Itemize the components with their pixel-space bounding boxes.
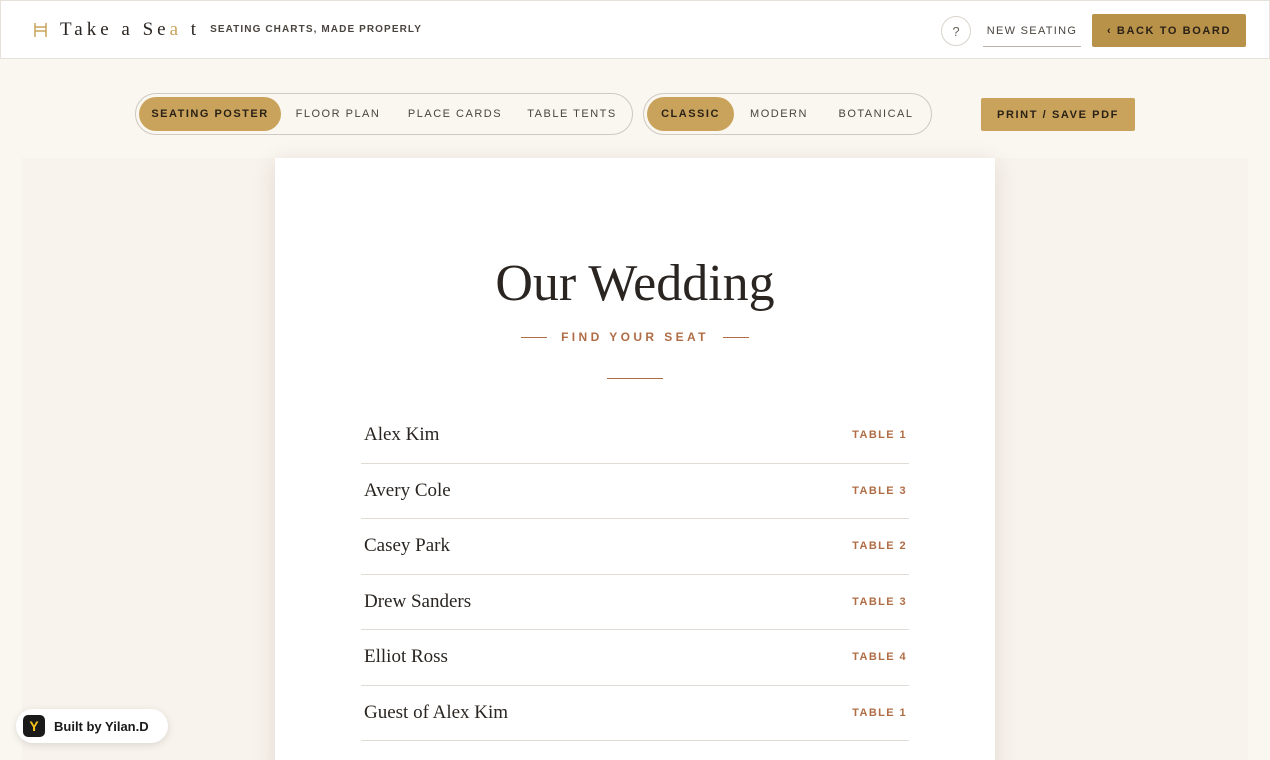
guest-row: Guest of Alex Kim TABLE 1 <box>361 686 909 741</box>
guest-row: Drew Sanders TABLE 3 <box>361 575 909 630</box>
guest-name: Elliot Ross <box>364 646 448 668</box>
guest-table: TABLE 1 <box>852 706 907 719</box>
poster-subtitle: FIND YOUR SEAT <box>275 330 995 344</box>
help-button[interactable]: ? <box>941 16 971 46</box>
tagline: SEATING CHARTS, MADE PROPERLY <box>210 24 422 35</box>
yilan-logo-icon: Y <box>23 715 45 737</box>
subtitle-text: FIND YOUR SEAT <box>561 330 709 344</box>
output-type-tabs: SEATING POSTER FLOOR PLAN PLACE CARDS TA… <box>135 93 633 135</box>
chair-icon <box>32 21 50 39</box>
guest-name: Drew Sanders <box>364 590 472 612</box>
badge-text: Built by Yilan.D <box>54 718 149 734</box>
poster-divider <box>607 378 663 379</box>
tab-place-cards[interactable]: PLACE CARDS <box>395 97 515 131</box>
guest-name: Guest of Alex Kim <box>364 701 509 723</box>
seating-poster: Our Wedding FIND YOUR SEAT Alex Kim TABL… <box>275 158 995 760</box>
guest-name: Avery Cole <box>364 479 451 501</box>
guest-name: Alex Kim <box>364 424 440 446</box>
print-save-pdf-button[interactable]: PRINT / SAVE PDF <box>981 98 1135 131</box>
built-by-badge[interactable]: Y Built by Yilan.D <box>16 709 168 743</box>
guest-table: TABLE 3 <box>852 484 907 497</box>
top-bar: Take a Sea t SEATING CHARTS, MADE PROPER… <box>0 0 1270 59</box>
guest-row: Casey Park TABLE 2 <box>361 519 909 575</box>
guest-name: Casey Park <box>364 535 451 557</box>
guest-table: TABLE 3 <box>852 595 907 608</box>
new-seating-button[interactable]: NEW SEATING <box>983 15 1081 47</box>
tab-seating-poster[interactable]: SEATING POSTER <box>139 97 281 131</box>
guest-row: Alex Kim TABLE 1 <box>361 408 909 464</box>
guest-list: Alex Kim TABLE 1 Avery Cole TABLE 3 Case… <box>361 408 909 741</box>
tab-table-tents[interactable]: TABLE TENTS <box>515 97 629 131</box>
guest-row: Avery Cole TABLE 3 <box>361 464 909 519</box>
tab-floor-plan[interactable]: FLOOR PLAN <box>281 97 395 131</box>
tab-classic[interactable]: CLASSIC <box>647 97 734 131</box>
brand-name: Take a Sea t <box>60 18 201 40</box>
guest-table: TABLE 1 <box>852 429 907 442</box>
tab-modern[interactable]: MODERN <box>734 97 824 131</box>
guest-table: TABLE 4 <box>852 651 907 664</box>
subtitle-rule-left <box>521 336 548 338</box>
style-tabs: CLASSIC MODERN BOTANICAL <box>643 93 932 135</box>
guest-row: Elliot Ross TABLE 4 <box>361 630 909 686</box>
back-to-board-button[interactable]: ‹ BACK TO BOARD <box>1092 14 1246 47</box>
brand[interactable]: Take a Sea t SEATING CHARTS, MADE PROPER… <box>32 19 422 41</box>
guest-table: TABLE 2 <box>852 540 907 553</box>
subtitle-rule-right <box>722 336 749 338</box>
tab-botanical[interactable]: BOTANICAL <box>824 97 928 131</box>
poster-title: Our Wedding <box>495 255 775 312</box>
